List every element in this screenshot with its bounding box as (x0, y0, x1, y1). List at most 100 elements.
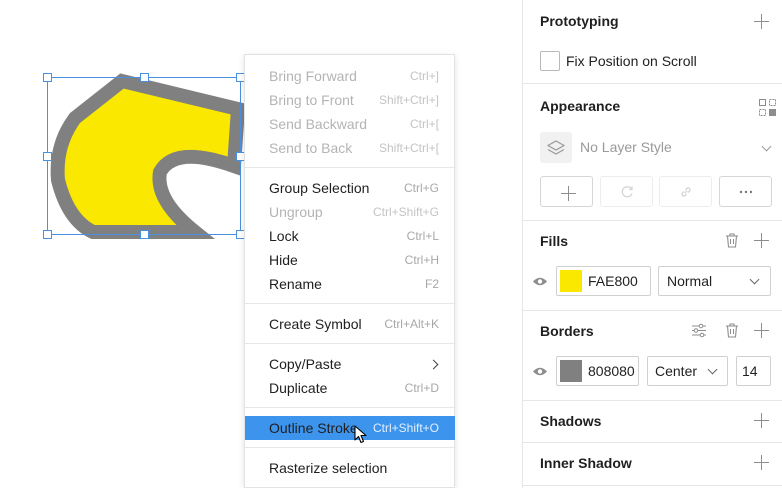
section-title-appearance: Appearance (540, 98, 621, 114)
menu-item-lock[interactable]: Lock Ctrl+L (245, 224, 455, 248)
menu-item-label: Hide (269, 252, 298, 268)
context-menu: Bring Forward Ctrl+] Bring to Front Shif… (244, 54, 455, 488)
section-title-inner-shadow: Inner Shadow (540, 455, 632, 471)
refresh-icon (621, 185, 633, 197)
chevron-down-icon (707, 364, 718, 375)
menu-item-label: Create Symbol (269, 316, 362, 332)
fill-hex-value: FAE800 (588, 273, 638, 289)
border-hex-value: 808080 (588, 363, 635, 379)
trash-icon[interactable] (725, 323, 739, 338)
appearance-grid-icon[interactable] (759, 99, 776, 116)
detach-style-button[interactable] (659, 176, 712, 207)
menu-item-group-selection[interactable]: Group Selection Ctrl+G (245, 176, 455, 200)
divider (523, 442, 782, 443)
menu-item-copy-paste[interactable]: Copy/Paste (245, 352, 455, 376)
divider (523, 310, 782, 311)
add-style-button[interactable] (540, 176, 593, 207)
menu-item-ungroup[interactable]: Ungroup Ctrl+Shift+G (245, 200, 455, 224)
chevron-down-icon[interactable] (761, 141, 772, 152)
divider (523, 485, 782, 486)
menu-item-shortcut: Ctrl+L (406, 229, 439, 243)
menu-item-shortcut: Ctrl+G (403, 181, 439, 195)
divider (523, 83, 782, 84)
menu-item-shortcut: Ctrl+Shift+O (372, 421, 439, 435)
border-position-select[interactable]: Center (647, 356, 728, 386)
fill-blend-value: Normal (667, 273, 713, 289)
canvas-shape-layer (43, 73, 246, 239)
menu-separator (245, 167, 455, 168)
menu-item-duplicate[interactable]: Duplicate Ctrl+D (245, 376, 455, 400)
menu-item-label: Rename (269, 276, 322, 292)
fix-position-label: Fix Position on Scroll (566, 53, 697, 69)
more-icon (739, 190, 752, 193)
section-title-prototyping: Prototyping (540, 13, 619, 29)
chevron-down-icon (749, 274, 760, 285)
menu-item-label: Group Selection (269, 180, 370, 196)
cursor-icon (354, 425, 367, 444)
menu-separator (245, 447, 455, 448)
link-icon (680, 186, 691, 197)
menu-item-label: Bring to Front (269, 92, 354, 108)
eye-icon[interactable] (532, 366, 548, 377)
layer-style-icon (547, 139, 565, 155)
plus-icon[interactable] (754, 233, 769, 248)
inspector-panel: Prototyping Fix Position on Scroll Appea… (522, 0, 782, 488)
menu-item-shortcut: Ctrl+D (404, 381, 439, 395)
menu-item-label: Duplicate (269, 380, 328, 396)
menu-item-label: Outline Stroke (269, 420, 358, 436)
divider (523, 400, 782, 401)
menu-item-label: Send Backward (269, 116, 368, 132)
divider (523, 220, 782, 221)
fill-blend-select[interactable]: Normal (658, 266, 771, 296)
section-title-borders: Borders (540, 323, 594, 339)
fill-color-field[interactable]: FAE800 (556, 266, 651, 296)
layer-style-thumb[interactable] (540, 132, 572, 163)
menu-item-bring-to-front[interactable]: Bring to Front Shift+Ctrl+] (245, 88, 455, 112)
fill-color-swatch[interactable] (560, 270, 582, 292)
eye-icon[interactable] (532, 276, 548, 287)
menu-item-label: Ungroup (269, 204, 323, 220)
border-color-swatch[interactable] (560, 360, 582, 382)
menu-separator (245, 303, 455, 304)
section-title-shadows: Shadows (540, 413, 602, 429)
trash-icon[interactable] (725, 233, 739, 248)
chevron-right-icon (428, 359, 439, 369)
border-position-value: Center (655, 363, 698, 379)
menu-item-shortcut: F2 (424, 277, 439, 291)
menu-item-label: Copy/Paste (269, 356, 342, 372)
selected-shape[interactable] (50, 73, 246, 239)
more-options-button[interactable] (719, 176, 772, 207)
fix-position-checkbox[interactable] (540, 51, 560, 71)
menu-item-send-backward[interactable]: Send Backward Ctrl+[ (245, 112, 455, 136)
menu-item-shortcut: Ctrl+Shift+G (372, 205, 439, 219)
layer-style-label[interactable]: No Layer Style (580, 139, 672, 155)
plus-icon (561, 186, 576, 201)
menu-item-shortcut: Ctrl+] (409, 69, 439, 83)
plus-icon[interactable] (754, 413, 769, 428)
border-width-value: 14 (742, 363, 758, 379)
menu-item-send-to-back[interactable]: Send to Back Shift+Ctrl+[ (245, 136, 455, 160)
menu-item-label: Rasterize selection (269, 460, 388, 476)
menu-item-rename[interactable]: Rename F2 (245, 272, 455, 296)
menu-item-shortcut: Ctrl+[ (409, 117, 439, 131)
border-color-field[interactable]: 808080 (556, 356, 639, 386)
menu-separator (245, 343, 455, 344)
menu-separator (245, 407, 455, 408)
menu-item-create-symbol[interactable]: Create Symbol Ctrl+Alt+K (245, 312, 455, 336)
sync-style-button[interactable] (600, 176, 653, 207)
plus-icon[interactable] (754, 14, 769, 29)
menu-item-rasterize-selection[interactable]: Rasterize selection (245, 456, 455, 480)
menu-item-shortcut: Ctrl+Alt+K (384, 317, 439, 331)
menu-item-shortcut: Shift+Ctrl+] (378, 93, 439, 107)
menu-item-label: Lock (269, 228, 299, 244)
sliders-icon[interactable] (691, 323, 707, 338)
plus-icon[interactable] (754, 455, 769, 470)
menu-item-label: Bring Forward (269, 68, 357, 84)
menu-item-outline-stroke[interactable]: Outline Stroke Ctrl+Shift+O (245, 416, 455, 440)
plus-icon[interactable] (754, 323, 769, 338)
menu-item-bring-forward[interactable]: Bring Forward Ctrl+] (245, 64, 455, 88)
menu-item-hide[interactable]: Hide Ctrl+H (245, 248, 455, 272)
section-title-fills: Fills (540, 233, 569, 249)
menu-item-shortcut: Ctrl+H (404, 253, 439, 267)
border-width-input[interactable]: 14 (736, 356, 771, 386)
